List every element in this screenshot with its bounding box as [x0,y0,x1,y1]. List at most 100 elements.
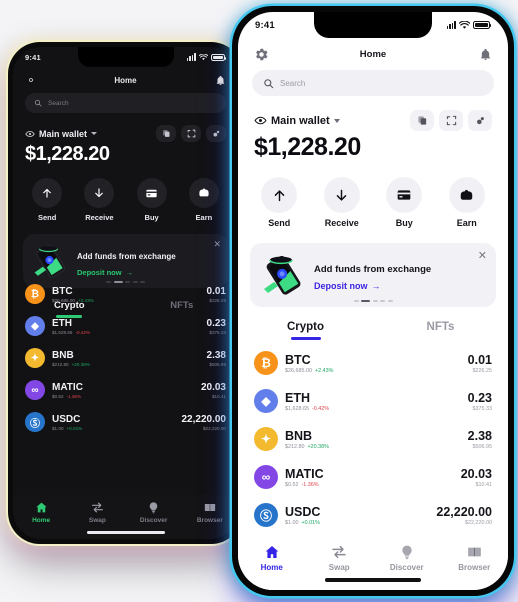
carousel-dot[interactable] [372,300,378,302]
tab-nfts[interactable]: NFTs [373,321,508,340]
asset-symbol: MATIC [285,466,324,481]
asset-holdings: 0.23 $375.33 [468,391,492,412]
promo-banner[interactable]: Add funds from exchange Deposit now → ✕ [250,243,496,307]
link-icon [476,117,484,125]
cellular-signal-icon [446,21,456,29]
asset-usd-value: $506.95 [472,443,493,450]
scan-icon [187,129,195,138]
table-row[interactable]: ✦ BNB $212.80 +20.38% 2.38 $506.95 [238,420,508,458]
wallet-name: Main wallet [39,128,88,139]
table-row[interactable]: ₿ BTC $26,685.00 +2.43% 0.01 $226.25 [238,344,508,382]
settings-button[interactable] [25,74,37,86]
table-row[interactable]: ∞ MATIC $0.52 -1.36% 20.03 $10.41 [238,458,508,496]
quick-action-send[interactable]: Send [32,178,63,222]
notifications-button[interactable] [479,48,492,61]
quick-action-label: Buy [395,218,413,228]
coin-icon-btc: ₿ [254,351,278,375]
search-input[interactable]: Search [25,93,226,113]
nav-item-discover[interactable]: Discover [373,544,441,590]
notch [314,12,432,38]
credit-card-icon-wrap [386,177,423,213]
asset-holdings: 20.03 $10.41 [201,382,226,399]
asset-change: -1.36% [66,393,82,399]
scan-qr-button[interactable] [181,125,201,142]
copy-icon [162,130,169,137]
quick-action-buy[interactable]: Buy [136,178,167,222]
quick-action-label: Receive [85,213,114,222]
asset-amount: 22,220.00 [436,504,492,519]
asset-info: BNB $212.80 +20.38% [52,350,90,367]
asset-change: -1.36% [301,481,319,488]
quick-action-earn[interactable]: Earn [188,178,219,222]
search-input[interactable]: Search [252,70,494,96]
arrow-down-icon-wrap [84,178,115,208]
search-placeholder: Search [48,99,69,107]
copy-address-button[interactable] [410,110,434,131]
phone-dark-theme: 9:41 Home Search Main wallet $1,228.20 S… [8,42,243,544]
asset-price-row: $0.52 -1.36% [52,394,83,399]
asset-holdings: 22,220.00 $22,220.00 [436,505,492,526]
nav-item-home[interactable]: Home [13,501,69,539]
copy-address-button[interactable] [156,125,176,142]
nav-item-swap[interactable]: Swap [306,544,374,590]
asset-info: USDC $1.00 +0.01% [52,414,82,431]
asset-symbol: MATIC [52,381,83,393]
table-row[interactable]: ∞ MATIC $0.52 -1.36% 20.03 $10.41 [13,374,238,406]
promo-close-button[interactable]: ✕ [213,240,221,249]
tab-crypto[interactable]: Crypto [238,321,373,340]
asset-amount: 22,220.00 [181,413,227,425]
promo-link[interactable]: Deposit now → [314,281,431,291]
table-row[interactable]: ₿ BTC $26,685.00 +2.43% 0.01 $226.25 [13,278,238,310]
nav-label: Discover [389,563,424,572]
settings-button[interactable] [254,47,269,62]
swap-icon [332,545,346,559]
bulb-icon [402,545,412,560]
notifications-button[interactable] [215,75,226,86]
coin-icon-btc: ₿ [25,284,45,304]
coin-icon-eth: ◆ [254,389,278,413]
coin-icon-bnb: ✦ [254,427,278,451]
carousel-dot[interactable] [387,300,393,302]
carousel-dot[interactable] [353,300,359,302]
quick-action-send[interactable]: Send [261,177,298,228]
quick-action-receive[interactable]: Receive [323,177,360,228]
nav-item-home[interactable]: Home [238,544,306,590]
table-row[interactable]: ◆ ETH $1,628.65 -0.42% 0.23 $375.33 [13,310,238,342]
wallet-row: Main wallet [13,113,238,142]
eye-icon [254,116,267,125]
scan-qr-button[interactable] [439,110,463,131]
table-row[interactable]: ✦ BNB $212.80 +20.38% 2.38 $506.95 [13,342,238,374]
quick-action-buy[interactable]: Buy [386,177,423,228]
wallet-selector[interactable]: Main wallet [25,128,98,139]
carousel-dot-active[interactable] [361,300,370,302]
nav-label: Swap [88,517,106,524]
table-row[interactable]: Ⓢ USDC $1.00 +0.01% 22,220.00 $22,220.00 [238,496,508,534]
quick-action-label: Earn [456,218,477,228]
quick-actions: Send Receive Buy Earn [13,166,238,222]
carousel-dot[interactable] [380,300,385,302]
promo-text: Add funds from exchange Deposit now → [77,246,176,277]
promo-close-button[interactable]: ✕ [478,251,487,262]
asset-symbol: USDC [285,504,321,519]
asset-usd-value: $22,220.00 [203,425,226,431]
page-title: Home [114,75,137,85]
asset-price: $212.80 [52,361,69,367]
browser-icon [467,547,481,557]
asset-price-row: $26,685.00 +2.43% [285,368,333,374]
nav-label: Home [32,517,51,524]
coin-icon-usdc: Ⓢ [254,503,278,527]
nav-item-browser[interactable]: Browser [441,544,509,590]
connections-button[interactable] [206,125,226,142]
asset-price-row: $26,685.00 +2.43% [52,298,94,303]
wallet-selector[interactable]: Main wallet [254,114,340,127]
quick-action-earn[interactable]: Earn [448,177,485,228]
connections-button[interactable] [468,110,492,131]
quick-action-receive[interactable]: Receive [84,178,115,222]
table-row[interactable]: Ⓢ USDC $1.00 +0.01% 22,220.00 $22,220.00 [13,406,238,438]
scan-icon [446,115,456,126]
nav-item-browser[interactable]: Browser [182,501,238,539]
table-row[interactable]: ◆ ETH $1,628.65 -0.42% 0.23 $375.33 [238,382,508,420]
asset-price-row: $0.52 -1.36% [285,482,324,488]
screenshot-stage: 9:41 Home Search Main wallet $1,228.20 S… [0,0,518,602]
asset-price-row: $1.00 +0.01% [52,426,82,431]
